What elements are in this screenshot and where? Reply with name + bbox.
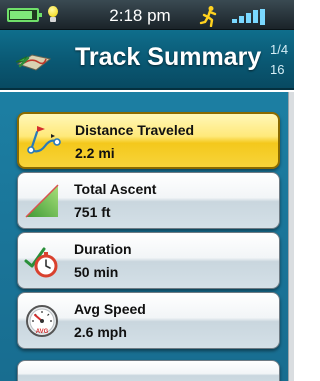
page-sub: 16 bbox=[270, 62, 285, 77]
speedometer-icon-text: AVG bbox=[36, 329, 49, 335]
card-next-partial[interactable] bbox=[17, 360, 280, 381]
stopwatch-icon bbox=[24, 247, 58, 278]
card-value: 50 min bbox=[74, 264, 119, 280]
card-avg-speed[interactable]: AVG Avg Speed 2.6 mph bbox=[17, 292, 280, 349]
card-label: Distance Traveled bbox=[75, 122, 195, 138]
card-label: Total Ascent bbox=[74, 181, 157, 197]
speedometer-icon: AVG bbox=[26, 305, 58, 337]
distance-icon bbox=[27, 126, 61, 154]
page-title: Track Summary bbox=[75, 43, 262, 71]
track-icon bbox=[15, 54, 52, 71]
signal-bars-icon bbox=[232, 9, 292, 25]
page-current: 1/4 bbox=[270, 42, 289, 57]
card-duration[interactable]: Duration 50 min bbox=[17, 232, 280, 289]
status-time: 2:18 pm bbox=[109, 6, 171, 25]
status-bar: 2:18 pm bbox=[0, 0, 294, 30]
scrollbar[interactable] bbox=[288, 92, 294, 381]
walker-icon bbox=[199, 6, 217, 27]
title-bar: Track Summary 1/4 16 bbox=[0, 30, 294, 90]
card-distance-traveled[interactable]: Distance Traveled 2.2 mi bbox=[17, 112, 280, 169]
card-value: 2.6 mph bbox=[74, 324, 127, 340]
card-value: 751 ft bbox=[74, 204, 111, 220]
battery-icon bbox=[7, 8, 42, 22]
card-label: Avg Speed bbox=[74, 301, 146, 317]
light-bulb-icon[interactable] bbox=[48, 6, 58, 24]
summary-list[interactable]: Distance Traveled 2.2 mi Total Ascent 75… bbox=[0, 92, 288, 381]
device-screen: 2:18 pm Track Summary 1/4 16 Distance Tr… bbox=[0, 0, 294, 381]
ascent-icon bbox=[25, 184, 59, 218]
card-value: 2.2 mi bbox=[75, 145, 115, 161]
card-label: Duration bbox=[74, 241, 132, 257]
page-indicator: 1/4 16 bbox=[270, 40, 294, 80]
card-total-ascent[interactable]: Total Ascent 751 ft bbox=[17, 172, 280, 229]
